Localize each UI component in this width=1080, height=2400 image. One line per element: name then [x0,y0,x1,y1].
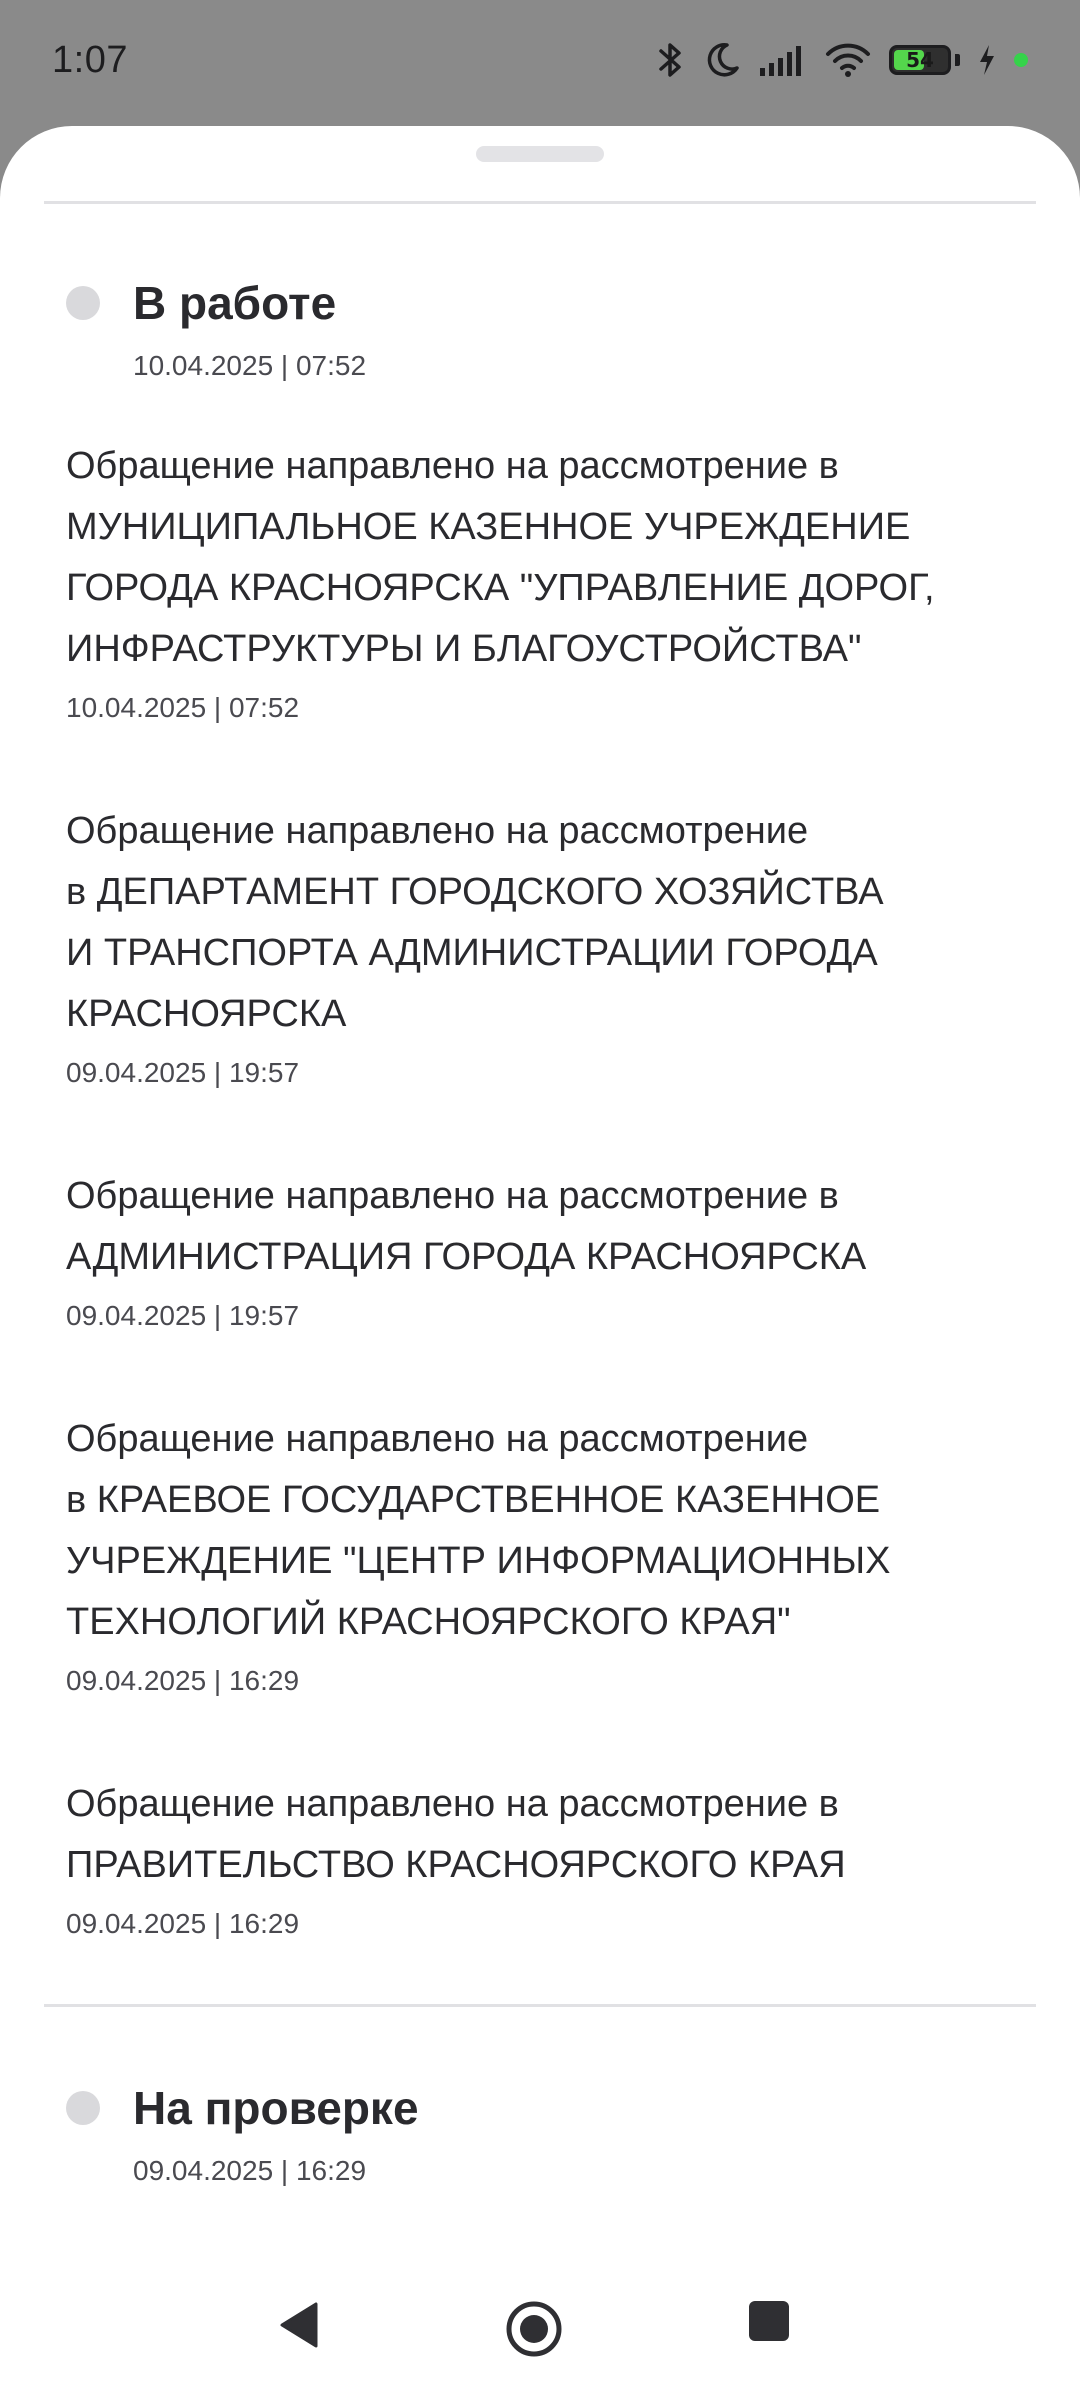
recents-icon[interactable] [748,2300,790,2342]
event-date: 09.04.2025 | 16:29 [66,1908,300,1939]
drag-handle[interactable] [476,146,604,162]
divider [44,2004,1036,2007]
history-event: Обращение направлено на рассмотрение в А… [66,1166,966,1332]
moon-icon [705,41,741,79]
status-date: 10.04.2025 | 07:52 [133,350,367,381]
battery-cap [955,54,960,66]
green-dot-indicator [1014,53,1028,67]
navigation-bar [0,2250,1080,2400]
status-time: 1:07 [52,38,128,81]
status-title: В работе [133,277,337,329]
status-dot-icon [66,286,100,320]
event-date: 09.04.2025 | 19:57 [66,1300,300,1331]
status-dot-icon [66,2091,100,2125]
status-icons: 54 [653,40,1028,80]
status-bar: 1:07 54 [0,0,1080,120]
event-text: Обращение направлено на рассмотрение в М… [66,445,935,670]
signal-icon [759,44,807,76]
event-text: Обращение направлено на рассмотрение в Д… [66,810,884,1035]
divider [44,201,1036,204]
event-date: 09.04.2025 | 19:57 [66,1057,300,1088]
battery-level: 54 [906,48,934,72]
status-history-sheet: В работе 10.04.2025 | 07:52 Обращение на… [0,126,1080,2400]
status-title: На проверке [133,2082,419,2134]
battery-icon: 54 [889,45,951,75]
bluetooth-icon [653,40,687,80]
history-event: Обращение направлено на рассмотрение в М… [66,436,966,724]
history-event: Обращение направлено на рассмотрение в К… [66,1409,966,1697]
home-icon[interactable] [505,2300,563,2358]
charging-icon [978,44,996,76]
event-date: 09.04.2025 | 16:29 [66,1665,300,1696]
wifi-icon [825,42,871,78]
event-text: Обращение направлено на рассмотрение в П… [66,1783,846,1886]
history-event: Обращение направлено на рассмотрение в Д… [66,801,966,1089]
status-date: 09.04.2025 | 16:29 [133,2155,367,2186]
history-event: Обращение направлено на рассмотрение в П… [66,1774,966,1940]
event-date: 10.04.2025 | 07:52 [66,692,300,723]
back-icon[interactable] [276,2300,326,2350]
event-text: Обращение направлено на рассмотрение в А… [66,1175,867,1278]
event-text: Обращение направлено на рассмотрение в К… [66,1418,891,1643]
